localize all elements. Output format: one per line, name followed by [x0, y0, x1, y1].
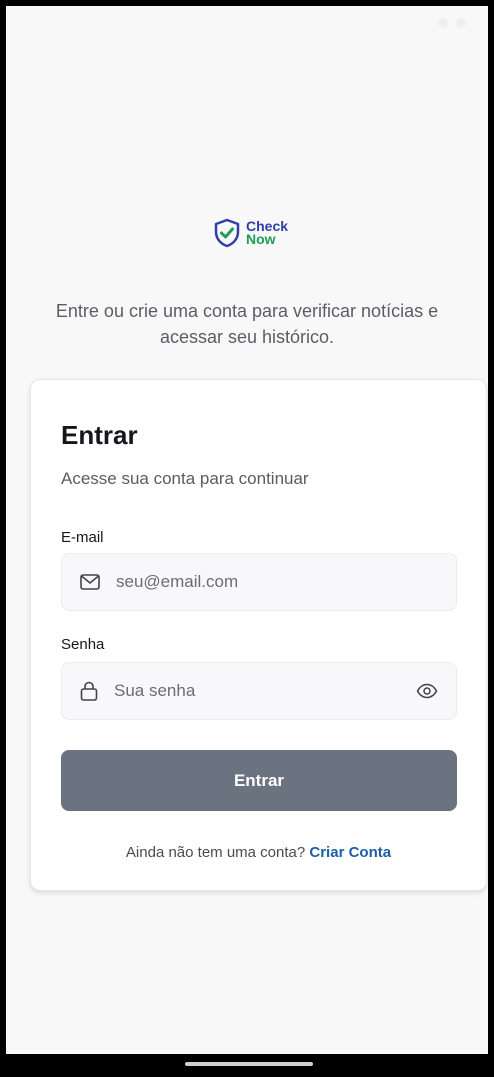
password-field[interactable] [61, 662, 457, 720]
logo-word-now: Now [246, 231, 276, 247]
shield-check-icon [214, 218, 240, 248]
password-label: Senha [61, 636, 105, 653]
logo-wordmark: Check Now [246, 219, 288, 247]
login-subtitle: Acesse sua conta para continuar [61, 469, 309, 488]
status-bar [6, 6, 488, 40]
system-nav-bar [0, 1054, 494, 1077]
status-icon [438, 18, 448, 28]
password-input[interactable] [112, 680, 402, 702]
login-button[interactable]: Entrar [61, 750, 457, 811]
eye-icon[interactable] [416, 683, 438, 699]
email-label: E-mail [61, 529, 104, 546]
signup-prompt: Ainda não tem uma conta? [125, 844, 306, 861]
status-icon [456, 18, 466, 28]
status-icons [438, 18, 466, 28]
login-title: Entrar [61, 420, 138, 450]
checknow-logo: Check Now [212, 218, 288, 248]
app-screen: Check Now Entre ou crie uma conta para v… [6, 6, 488, 1054]
email-input[interactable] [114, 571, 438, 593]
mail-icon [80, 574, 100, 590]
home-indicator[interactable] [185, 1062, 313, 1066]
create-account-link[interactable]: Criar Conta [309, 844, 391, 861]
intro-text: Entre ou crie uma conta para verificar n… [55, 301, 439, 347]
login-card: Entrar Acesse sua conta para continuar E… [30, 379, 487, 891]
lock-icon [80, 681, 98, 701]
signup-row: Ainda não tem uma conta? Criar Conta [31, 844, 486, 861]
email-field[interactable] [61, 553, 457, 611]
